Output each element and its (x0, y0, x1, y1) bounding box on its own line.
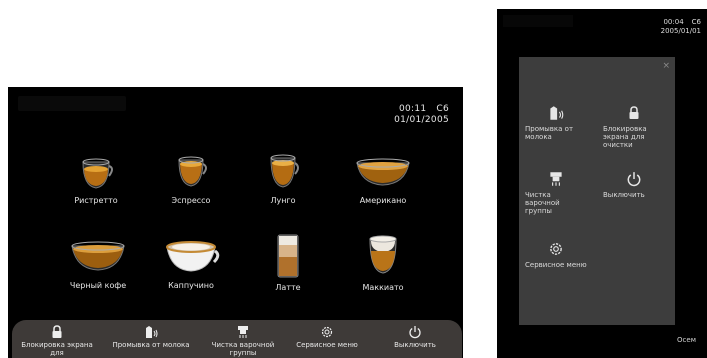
latte-glass-icon (277, 234, 299, 278)
drink-label: Американо (359, 196, 407, 205)
macchiato-glass-icon (369, 235, 397, 274)
power-icon (627, 172, 641, 187)
lock-icon (52, 325, 62, 338)
menu-label: Чистка варочной группы (525, 191, 560, 215)
clock-date: 2005/01/01 (660, 27, 701, 35)
menu-label: Промывка от молока (525, 125, 574, 141)
gear-icon (550, 243, 562, 255)
ristretto-cup-icon (82, 158, 113, 189)
menu-service[interactable]: Сервисное меню (525, 241, 587, 269)
espresso-cup-icon (178, 156, 207, 187)
menu-lock-screen[interactable]: Блокировка экрана для очистки (603, 105, 665, 149)
menu-power-off[interactable]: Выключить (603, 171, 665, 199)
milk-rinse-button[interactable]: Промывка от молока (108, 325, 194, 349)
lungo-cup-icon (270, 154, 299, 188)
drink-lungo[interactable]: Лунго (233, 150, 333, 205)
power-off-button[interactable]: Выключить (372, 325, 458, 349)
brew-group-clean-icon (238, 326, 248, 338)
drink-label: Лунго (270, 196, 296, 205)
tool-label: Блокировка экрана для (21, 341, 93, 357)
tool-label: Сервисное меню (296, 341, 358, 349)
close-icon[interactable]: × (662, 61, 670, 71)
clock-date: 01/01/2005 (394, 115, 449, 125)
cappuccino-cup-icon (166, 241, 220, 272)
drink-cappuccino[interactable]: Каппучино (141, 235, 241, 290)
drink-label: Латте (275, 283, 301, 292)
menu-label: Выключить (603, 191, 645, 199)
status-bar-blur (18, 96, 126, 111)
clock-display: 00:04 C6 2005/01/01 (655, 18, 701, 36)
clock-display: 00:11 C6 01/01/2005 (389, 104, 449, 126)
menu-label: Блокировка экрана для очистки (603, 125, 647, 149)
drink-label: Черный кофе (69, 281, 127, 290)
drink-espresso[interactable]: Эспрессо (141, 150, 241, 205)
milk-rinse-icon (550, 106, 564, 120)
lock-icon (629, 106, 639, 119)
main-screen: 00:11 C6 01/01/2005 Ристретто Эспрессо Л… (8, 87, 463, 358)
drink-americano[interactable]: Американо (333, 150, 433, 205)
status-code: C6 (691, 18, 701, 26)
maintenance-menu: × Промывка от молока Блокировка экрана д… (519, 57, 675, 325)
gear-icon (321, 326, 333, 338)
drink-macchiato[interactable]: Маккиато (333, 233, 433, 292)
drink-label: Каппучино (168, 281, 214, 290)
status-bar-blur (503, 15, 573, 27)
tool-label: Выключить (394, 341, 436, 349)
lock-screen-button[interactable]: Блокировка экрана для (14, 325, 100, 357)
service-menu-button[interactable]: Сервисное меню (284, 325, 370, 349)
drink-black-coffee[interactable]: Черный кофе (48, 235, 148, 290)
americano-cup-icon (356, 158, 410, 186)
side-screen: 00:04 C6 2005/01/01 × Промывка от молока … (497, 9, 707, 358)
menu-milk-rinse[interactable]: Промывка от молока (525, 105, 587, 141)
drink-label: Маккиато (362, 283, 404, 292)
milk-rinse-icon (146, 326, 158, 338)
black-coffee-cup-icon (71, 241, 125, 271)
tool-label: Чистка варочной группы (211, 341, 275, 357)
power-icon (409, 326, 421, 339)
brew-group-clean-button[interactable]: Чистка варочной группы (200, 325, 286, 357)
drink-ristretto[interactable]: Ристретто (46, 150, 146, 205)
clock-time: 00:11 (398, 104, 427, 114)
drink-label: Ристретто (74, 196, 118, 205)
drink-label: Эспрессо (171, 196, 211, 205)
drink-latte[interactable]: Латте (238, 233, 338, 292)
bottom-toolbar: Блокировка экрана для Промывка от молока… (12, 320, 462, 358)
footer-text: Осем (677, 336, 696, 344)
brew-group-clean-icon (550, 172, 562, 186)
tool-label: Промывка от молока (112, 341, 190, 349)
menu-label: Сервисное меню (525, 261, 587, 269)
status-code: C6 (436, 104, 449, 114)
menu-brew-group-clean[interactable]: Чистка варочной группы (525, 171, 587, 215)
clock-time: 00:04 (663, 18, 684, 26)
